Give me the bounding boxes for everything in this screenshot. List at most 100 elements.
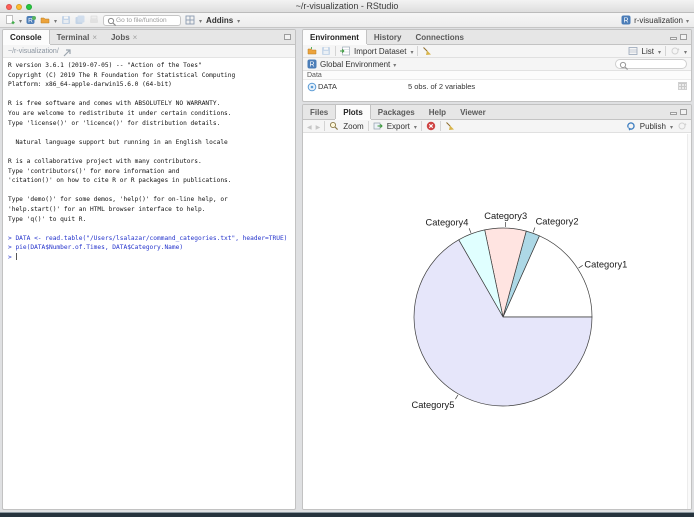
zoom-plot-button[interactable]: Zoom [343, 122, 363, 131]
tab-packages-label: Packages [377, 107, 415, 117]
maximize-pane-icon[interactable] [680, 109, 687, 115]
console-line: Type 'contributors()' for more informati… [8, 167, 180, 175]
clear-plots-icon[interactable] [445, 121, 455, 131]
import-dataset-icon [340, 46, 350, 56]
addins-dropdown[interactable] [237, 16, 240, 25]
new-project-icon[interactable]: R [26, 15, 37, 25]
publish-dropdown[interactable] [670, 122, 673, 131]
project-menu-button[interactable]: R r-visualization [621, 15, 689, 25]
refresh-plots-icon[interactable] [677, 121, 687, 131]
tab-console[interactable]: Console [3, 30, 50, 44]
list-view-button[interactable]: List [642, 47, 654, 56]
open-file-icon[interactable] [40, 15, 50, 25]
tab-files[interactable]: Files [303, 105, 335, 119]
console-line: R version 3.6.1 (2019-07-05) -- "Action … [8, 62, 202, 69]
goto-file-box [103, 14, 182, 26]
console-line: > pie(DATA$Number.of.Times, DATA$Categor… [8, 244, 184, 252]
maximize-pane-icon[interactable] [680, 34, 687, 40]
tab-help[interactable]: Help [422, 105, 453, 119]
console-line: Platform: x86_64-apple-darwin15.6.0 (64-… [8, 81, 172, 89]
environment-toolbar: Import Dataset List [303, 45, 691, 58]
pie-label-tick [532, 227, 536, 233]
rstudio-window: ~/r-visualization - RStudio R Addins R r… [0, 0, 694, 517]
new-file-dropdown[interactable] [19, 16, 22, 25]
console-output[interactable]: R version 3.6.1 (2019-07-05) -- "Action … [3, 58, 295, 262]
zoom-window-button[interactable] [26, 4, 32, 10]
save-icon[interactable] [61, 15, 71, 25]
open-in-files-icon[interactable] [62, 48, 71, 57]
goto-file-input[interactable] [116, 16, 178, 24]
refresh-dropdown[interactable] [684, 47, 687, 56]
data-section-header: Data [303, 71, 691, 80]
workspace-panes-dropdown[interactable] [199, 16, 202, 25]
pie-label-tick [455, 394, 459, 400]
traffic-lights [6, 4, 32, 10]
export-plot-icon [373, 121, 383, 131]
environment-object-row[interactable]: DATA 5 obs. of 2 variables [303, 80, 691, 92]
view-data-button[interactable] [678, 82, 687, 90]
maximize-pane-icon[interactable] [284, 34, 291, 40]
save-workspace-icon[interactable] [321, 46, 331, 56]
export-plot-button[interactable]: Export [387, 122, 410, 131]
tab-plots-label: Plots [343, 107, 363, 117]
refresh-environment-icon[interactable] [670, 46, 680, 56]
tab-terminal[interactable]: Terminal [50, 30, 104, 44]
close-icon[interactable] [89, 33, 97, 42]
import-dataset-dropdown[interactable] [410, 47, 413, 56]
close-icon[interactable] [130, 33, 138, 42]
addins-button[interactable]: Addins [206, 16, 233, 25]
clear-objects-icon[interactable] [422, 46, 432, 56]
plot-area: Category1 Category2 Category3 Category4 Cate… [303, 134, 691, 509]
list-view-icon [628, 46, 638, 56]
workspace-panes-icon[interactable] [185, 15, 195, 25]
console-line: Type 'license()' or 'licence()' for dist… [8, 119, 221, 127]
publish-icon [626, 121, 636, 131]
tab-history-label: History [373, 32, 402, 42]
next-plot-button[interactable] [316, 122, 321, 131]
close-window-button[interactable] [6, 4, 12, 10]
tab-history[interactable]: History [367, 30, 409, 44]
console-line: 'citation()' on how to cite R or R packa… [8, 177, 232, 185]
environment-search-input[interactable] [627, 60, 683, 68]
export-plot-dropdown[interactable] [414, 122, 417, 131]
global-environment-dropdown[interactable] [393, 60, 396, 69]
publish-button[interactable]: Publish [640, 122, 666, 131]
environment-pane: Environment History Connections Import D… [302, 29, 692, 102]
tab-packages[interactable]: Packages [371, 105, 422, 119]
list-view-dropdown[interactable] [658, 47, 661, 56]
workspace: Console Terminal Jobs ~/r-visualization/… [0, 28, 694, 512]
load-workspace-icon[interactable] [307, 46, 317, 56]
new-file-icon[interactable] [5, 15, 15, 25]
save-all-icon[interactable] [75, 15, 85, 25]
minimize-pane-icon[interactable] [670, 112, 677, 115]
tab-viewer[interactable]: Viewer [453, 105, 493, 119]
tab-connections[interactable]: Connections [408, 30, 470, 44]
previous-plot-button[interactable] [307, 122, 312, 131]
global-environment-selector[interactable]: Global Environment [320, 60, 390, 69]
object-name[interactable]: DATA [318, 82, 337, 91]
console-line: Type 'demo()' for some demos, 'help()' f… [8, 196, 228, 204]
window-bottom-edge [0, 512, 694, 517]
minimize-window-button[interactable] [16, 4, 22, 10]
zoom-plot-icon [329, 121, 339, 131]
tab-jobs[interactable]: Jobs [104, 30, 144, 44]
tab-environment[interactable]: Environment [303, 30, 367, 44]
minimize-pane-icon[interactable] [670, 37, 677, 40]
data-frame-icon [307, 82, 317, 92]
open-recent-dropdown[interactable] [54, 16, 57, 25]
tab-connections-label: Connections [415, 32, 464, 42]
tab-viewer-label: Viewer [460, 107, 486, 117]
print-icon[interactable] [89, 15, 99, 25]
plot-scrollbar[interactable] [687, 134, 691, 509]
remove-plot-icon[interactable] [426, 121, 436, 131]
console-line: Copyright (C) 2019 The R Foundation for … [8, 71, 236, 79]
tab-plots[interactable]: Plots [335, 105, 371, 119]
pie-label-tick [468, 228, 472, 234]
svg-text:R: R [309, 62, 314, 69]
tab-help-label: Help [428, 107, 447, 117]
import-dataset-button[interactable]: Import Dataset [354, 47, 406, 56]
